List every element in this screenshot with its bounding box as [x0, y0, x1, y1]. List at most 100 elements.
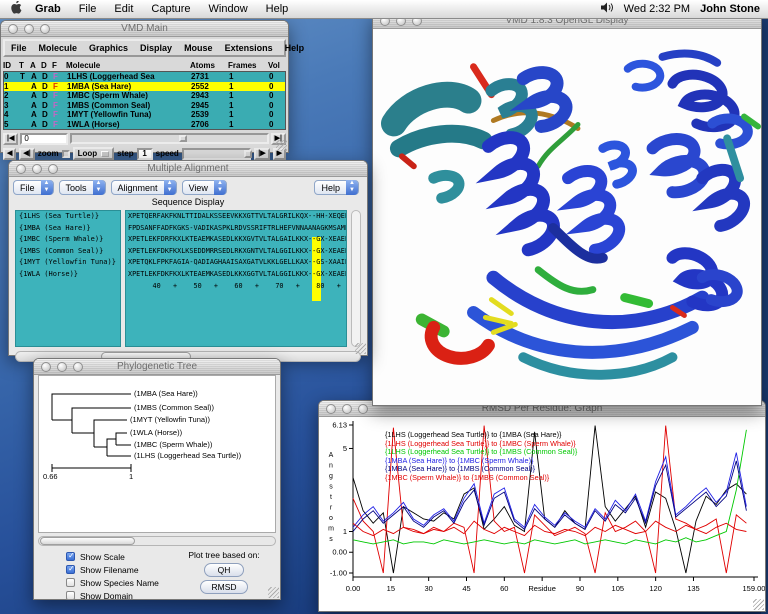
sequence-name[interactable]: {1LHS (Sea Turtle)} [16, 211, 120, 223]
molecule-row[interactable]: 4ADF1MYT (Yellowfin Tuna)253910 [4, 110, 285, 120]
tree-canvas[interactable]: (1MBA (Sea Hare)) (1MBS (Common Seal)) (… [38, 375, 276, 533]
tree-leaf-label[interactable]: (1WLA (Horse)) [130, 428, 182, 437]
sequence-name[interactable]: {1MBS (Common Seal)} [16, 246, 120, 258]
vertical-scrollbar[interactable] [351, 210, 361, 347]
molecule-cell: 1 [229, 110, 269, 119]
molecule-cell: 1 [229, 101, 269, 110]
resize-grip[interactable] [268, 587, 279, 598]
menu-help[interactable]: Help [279, 43, 311, 53]
menubar-item-help[interactable]: Help [257, 3, 298, 15]
loop-dropdown[interactable]: Loop [73, 147, 115, 160]
svg-text:60: 60 [500, 584, 508, 593]
molecule-cell: 1 [229, 120, 269, 129]
horizontal-scrollbar[interactable] [38, 536, 276, 546]
play-reverse-button[interactable]: ◀ [3, 148, 16, 160]
frame-slider[interactable] [70, 133, 268, 144]
jump-start-button[interactable]: |◀ [3, 133, 18, 145]
alignment-titlebar[interactable]: Multiple Alignment [9, 161, 367, 177]
sequence-row[interactable]: XPETLEKFDRFKXLKTEAEMKASEDLKKXGVTVLTALGAI… [126, 234, 346, 246]
menu-graphics[interactable]: Graphics [83, 43, 134, 53]
menubar-clock[interactable]: Wed 2:32 PM [624, 3, 690, 15]
apple-menu-icon[interactable] [6, 1, 26, 17]
menu-extensions[interactable]: Extensions [219, 43, 279, 53]
phylo-titlebar[interactable]: Phylogenetic Tree [34, 359, 280, 375]
sequence-name[interactable]: {1MYT (Yellowfin Tuna)} [16, 257, 120, 269]
speed-label: speed [156, 149, 179, 158]
col-frames: Frames [228, 61, 268, 70]
resize-grip[interactable] [355, 343, 366, 354]
resize-grip[interactable] [753, 599, 764, 610]
volume-icon[interactable] [601, 2, 614, 16]
menu-file[interactable]: File [5, 43, 33, 53]
tree-leaf-label[interactable]: (1LHS (Loggerhead Sea Turtle)) [134, 451, 241, 460]
show-species-checkbox[interactable] [66, 578, 75, 587]
menu-molecule[interactable]: Molecule [33, 43, 84, 53]
sequence-name[interactable]: {1MBA (Sea Hare)} [16, 223, 120, 235]
step-back-button[interactable]: ◀| [19, 148, 34, 160]
sequence-row[interactable]: XPETQERFAKFKNLTTIDALKSSEEVKKXGTTVLTALGRI… [126, 211, 346, 223]
menubar-item-grab[interactable]: Grab [26, 3, 70, 15]
svg-text:90: 90 [576, 584, 584, 593]
svg-text:m: m [328, 526, 334, 533]
molecule-cell: A [31, 110, 42, 119]
svg-text:45: 45 [462, 584, 470, 593]
alignment-menu-tools[interactable]: Tools▲▼ [59, 180, 106, 195]
svg-text:Residue: Residue [528, 584, 556, 593]
tree-leaf-label[interactable]: (1MBC (Sperm Whale)) [134, 440, 212, 449]
molecule-row[interactable]: 1ADF1MBA (Sea Hare)255210 [4, 82, 285, 92]
show-filename-checkbox[interactable] [66, 565, 75, 574]
menubar-item-edit[interactable]: Edit [105, 3, 142, 15]
molecule-cell: A [31, 101, 42, 110]
molecule-cell: 2539 [191, 110, 229, 119]
step-value-field[interactable]: 1 [137, 148, 153, 160]
sequence-name[interactable]: {1WLA (Horse)} [16, 269, 120, 281]
alignment-menu-view[interactable]: View▲▼ [182, 180, 227, 195]
vmd-main-titlebar[interactable]: VMD Main [1, 21, 288, 37]
menubar-item-window[interactable]: Window [200, 3, 257, 15]
sequence-row[interactable]: XPETLEKFDKFKXLKTEAEMKASEDLKKXGGTVLTALGGI… [126, 269, 346, 281]
show-scale-checkbox[interactable] [66, 552, 75, 561]
tree-leaf-label[interactable]: (1MBA (Sea Hare)) [134, 389, 198, 398]
molecule-row[interactable]: 0TADF1LHS (Loggerhead Sea273110 [4, 72, 285, 82]
menu-display[interactable]: Display [134, 43, 178, 53]
resize-grip[interactable] [276, 140, 287, 151]
speed-slider[interactable] [182, 148, 252, 160]
molecule-row[interactable]: 5ADF1WLA (Horse)270610 [4, 120, 285, 130]
tree-leaf-label[interactable]: (1MBS (Common Seal)) [134, 403, 214, 412]
frame-value-field[interactable]: 0 [20, 133, 68, 145]
svg-text:6.13: 6.13 [332, 421, 347, 430]
menu-mouse[interactable]: Mouse [178, 43, 219, 53]
step-forward-button[interactable]: |▶ [254, 148, 269, 160]
molecule-cell: D [42, 120, 53, 129]
alignment-menu-alignment[interactable]: Alignment▲▼ [111, 180, 177, 195]
menubar-item-capture[interactable]: Capture [142, 3, 199, 15]
sequence-name[interactable]: {1MBC (Sperm Whale)} [16, 234, 120, 246]
col-f: F [52, 61, 66, 70]
alignment-menu-file[interactable]: File▲▼ [13, 180, 54, 195]
qh-button[interactable]: QH [204, 563, 244, 577]
menubar-item-file[interactable]: File [70, 3, 106, 15]
protein-structure-image[interactable] [373, 29, 761, 405]
sequence-row[interactable]: XPETLEKFDKFKXLKSEDDMRRSEDLRKXGNTVLTALGGI… [126, 246, 346, 258]
show-domain-checkbox[interactable] [66, 591, 75, 600]
molecule-cell: D [42, 110, 53, 119]
molecule-cell: F [53, 101, 67, 110]
sequence-row[interactable]: FPDSANFFADFKGKS-VADIKASPKLRDVSSRIFTRLHEF… [126, 223, 346, 235]
sequence-data-panel[interactable]: XPETQERFAKFKNLTTIDALKSSEEVKKXGTTVLTALGRI… [125, 210, 347, 347]
tree-leaf-label[interactable]: (1MYT (Yellowfin Tuna)) [130, 415, 210, 424]
menubar-user[interactable]: John Stone [700, 3, 760, 15]
molecule-cell: 0 [4, 72, 20, 81]
zoom-checkbox[interactable] [62, 150, 70, 158]
alignment-window-title: Multiple Alignment [9, 163, 367, 174]
alignment-menu-help[interactable]: Help▲▼ [314, 180, 359, 195]
sequence-row[interactable]: XPETQKLFPKFAGIA-QADIAGHAAISAXGATVLKKLGEL… [126, 257, 346, 269]
svg-text:r: r [330, 505, 333, 512]
molecule-row[interactable]: 3ADF1MBS (Common Seal)294510 [4, 101, 285, 111]
rmsd-button[interactable]: RMSD [200, 580, 247, 594]
molecule-row[interactable]: 2ADF1MBC (Sperm Whale)294310 [4, 91, 285, 101]
molecule-cell: 1 [229, 91, 269, 100]
molecule-cell: F [53, 91, 67, 100]
phylo-window-title: Phylogenetic Tree [34, 361, 280, 372]
sequence-names-panel[interactable]: {1LHS (Sea Turtle)} {1MBA (Sea Hare)} {1… [15, 210, 121, 347]
opengl-display-window: VMD 1.8.3 OpenGL Display [372, 12, 762, 406]
